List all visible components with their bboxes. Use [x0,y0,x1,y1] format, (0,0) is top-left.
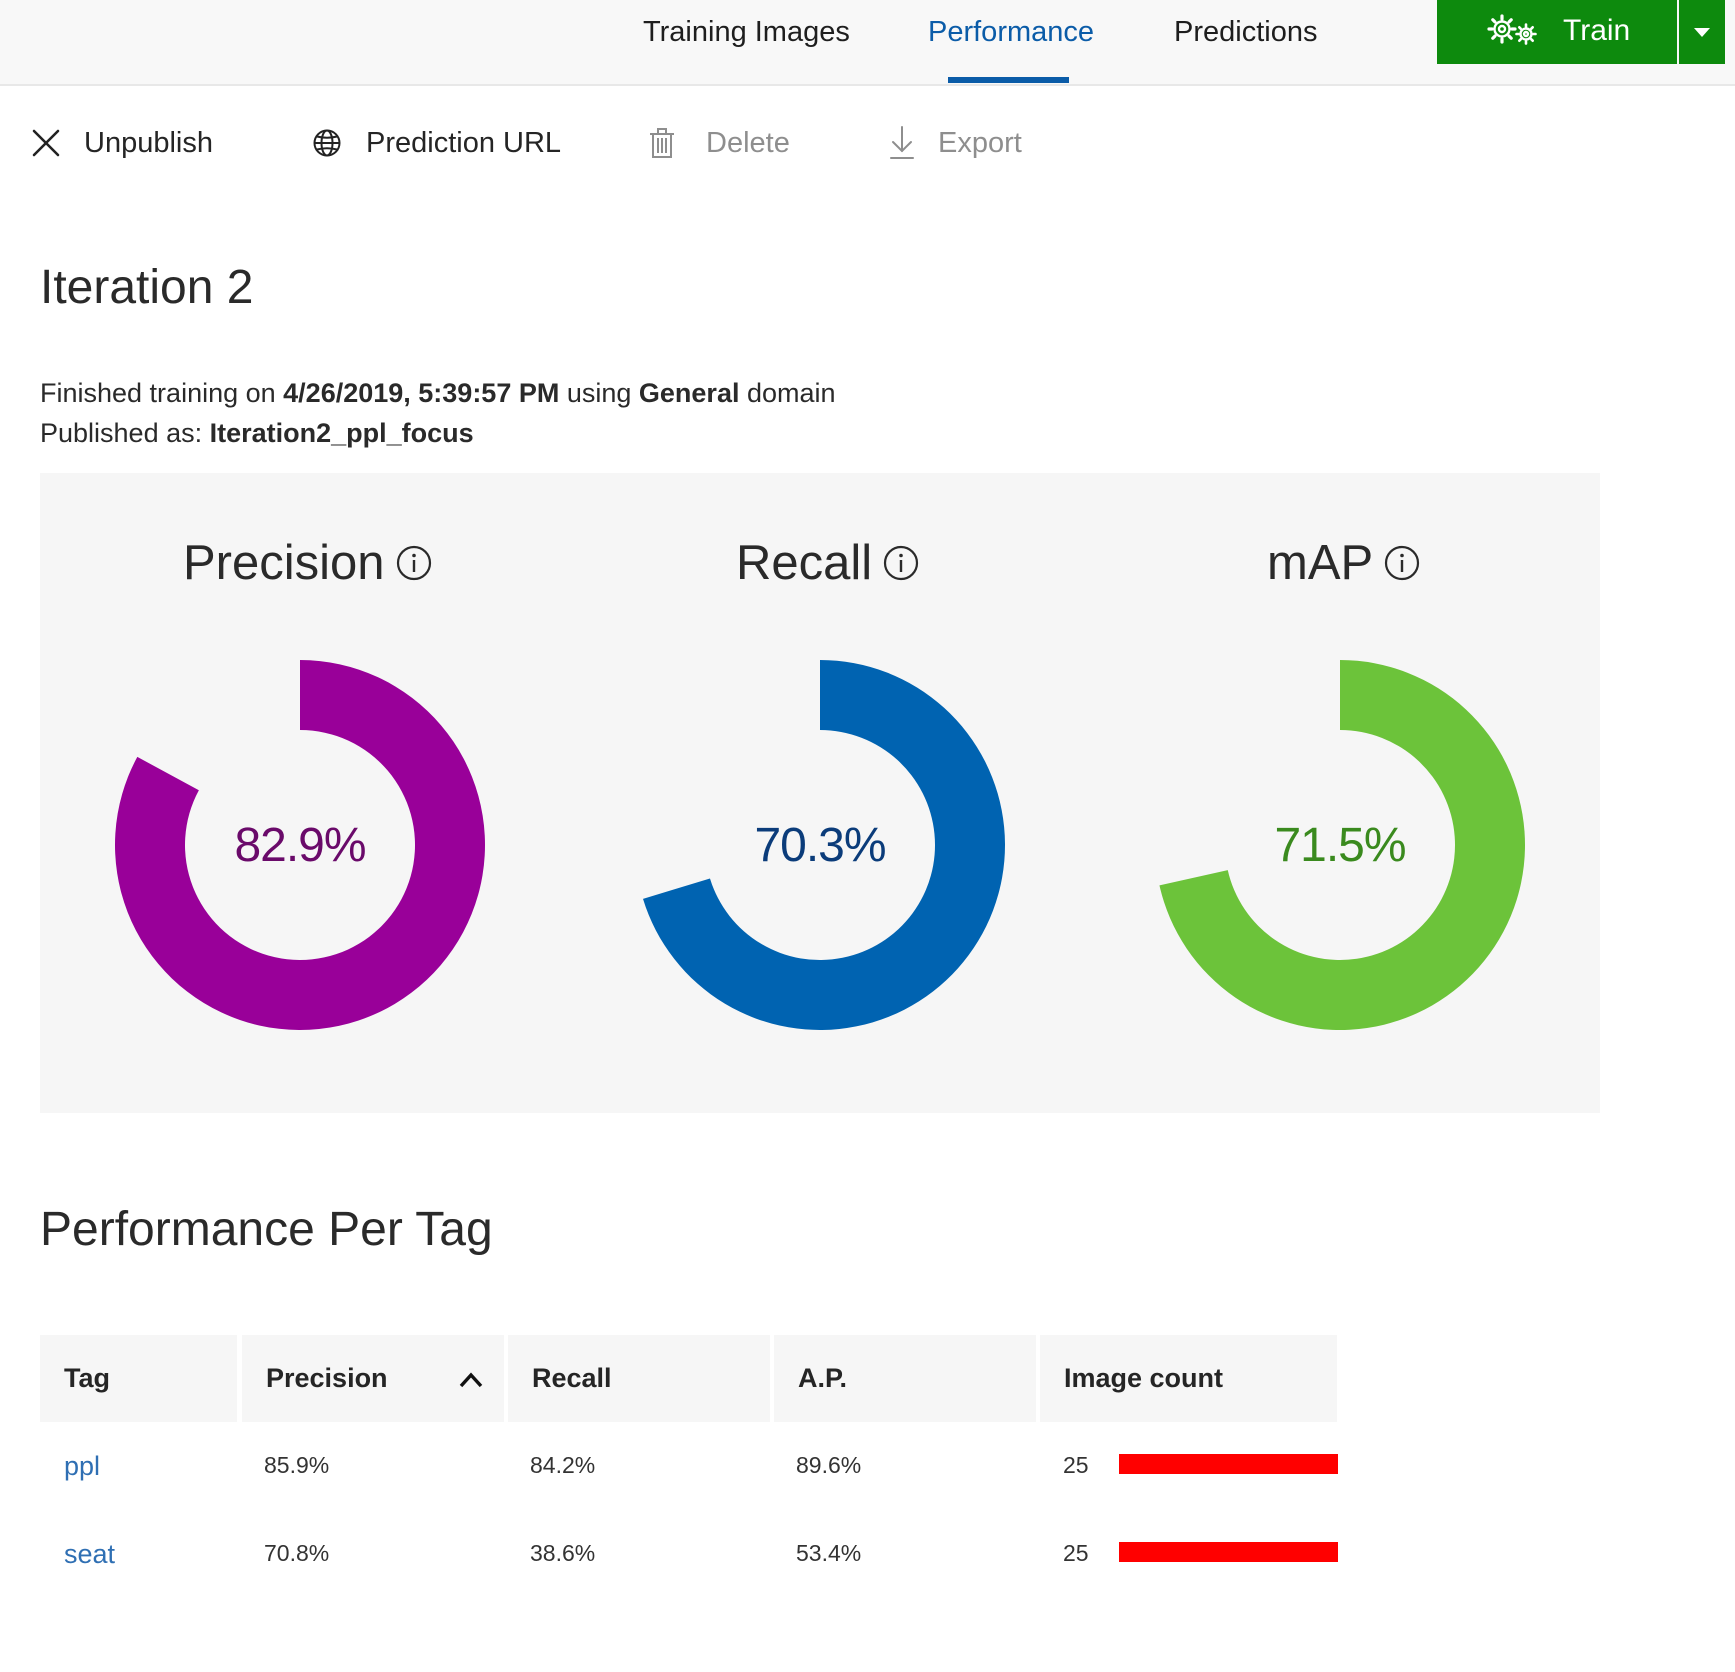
download-icon [888,125,916,161]
tag-link-seat[interactable]: seat [64,1539,115,1570]
column-header-label: Tag [64,1363,110,1393]
table-cell-ap: 89.6% [796,1452,862,1478]
tab-performance[interactable]: Performance [928,16,1094,49]
export-button[interactable]: Export [888,122,1022,164]
image-count-bar [1119,1542,1338,1562]
column-header-ap[interactable]: A.P. [774,1335,1036,1422]
precision-title-text: Precision [183,536,385,590]
train-button-label: Train [1563,14,1631,47]
precision-donut-chart: 82.9% [113,658,487,1032]
performance-per-tag-title: Performance Per Tag [40,1203,493,1256]
unpublish-label: Unpublish [84,126,213,159]
table-cell-precision: 85.9% [264,1452,330,1478]
prediction-url-button[interactable]: Prediction URL [312,122,561,164]
column-header-label: Recall [532,1363,612,1393]
close-icon [30,127,62,159]
column-header-label: A.P. [798,1363,848,1393]
recall-donut-chart: 70.3% [633,658,1007,1032]
gears-icon [1487,14,1541,53]
tab-predictions[interactable]: Predictions [1174,16,1317,49]
published-name: Iteration2_ppl_focus [209,418,474,448]
precision-value: 82.9% [234,818,366,872]
published-prefix-text: Published as: [40,418,210,448]
table-cell-image-count: 25 [1063,1540,1089,1566]
finished-prefix-text: Finished training on [40,378,284,408]
column-header-label: Image count [1064,1363,1224,1393]
active-tab-indicator [948,77,1069,83]
domain-suffix-text: domain [739,378,836,408]
sort-ascending-icon [458,1365,484,1396]
trash-icon [648,127,676,159]
recall-metric-title: Recall [736,535,920,591]
info-icon[interactable] [395,544,433,582]
recall-value: 70.3% [754,818,886,872]
globe-icon [312,128,342,158]
table-cell-recall: 84.2% [530,1452,596,1478]
precision-metric-title: Precision [183,535,433,591]
column-header-label: Precision [266,1363,388,1393]
caret-down-icon [1694,28,1710,37]
column-header-recall[interactable]: Recall [508,1335,770,1422]
finished-date: 4/26/2019, 5:39:57 PM [283,378,560,408]
table-cell-precision: 70.8% [264,1540,330,1566]
domain-name: General [638,378,740,408]
train-button[interactable]: Train [1437,0,1677,64]
table-cell-recall: 38.6% [530,1540,596,1566]
delete-label: Delete [706,126,790,159]
tag-link-ppl[interactable]: ppl [64,1451,100,1482]
table-cell-ap: 53.4% [796,1540,862,1566]
prediction-url-label: Prediction URL [366,126,562,159]
column-header-tag[interactable]: Tag [40,1335,237,1422]
unpublish-button[interactable]: Unpublish [30,122,213,164]
delete-button[interactable]: Delete [648,122,790,164]
train-options-dropdown-button[interactable] [1679,0,1725,64]
table-cell-image-count: 25 [1063,1452,1089,1478]
export-label: Export [938,126,1022,159]
map-metric-title: mAP [1267,535,1421,591]
iteration-title: Iteration 2 [40,261,254,314]
image-count-bar [1119,1454,1338,1474]
map-donut-chart: 71.5% [1153,658,1527,1032]
column-header-image-count[interactable]: Image count [1040,1335,1337,1422]
map-value: 71.5% [1274,818,1406,872]
using-text: using [559,378,639,408]
info-icon[interactable] [1383,544,1421,582]
training-finished-line: Finished training on 4/26/2019, 5:39:57 … [40,378,836,409]
tab-training-images[interactable]: Training Images [643,16,850,49]
map-title-text: mAP [1267,536,1374,590]
published-as-line: Published as: Iteration2_ppl_focus [40,418,474,449]
info-icon[interactable] [882,544,920,582]
recall-title-text: Recall [736,536,873,590]
column-header-precision[interactable]: Precision [242,1335,504,1422]
